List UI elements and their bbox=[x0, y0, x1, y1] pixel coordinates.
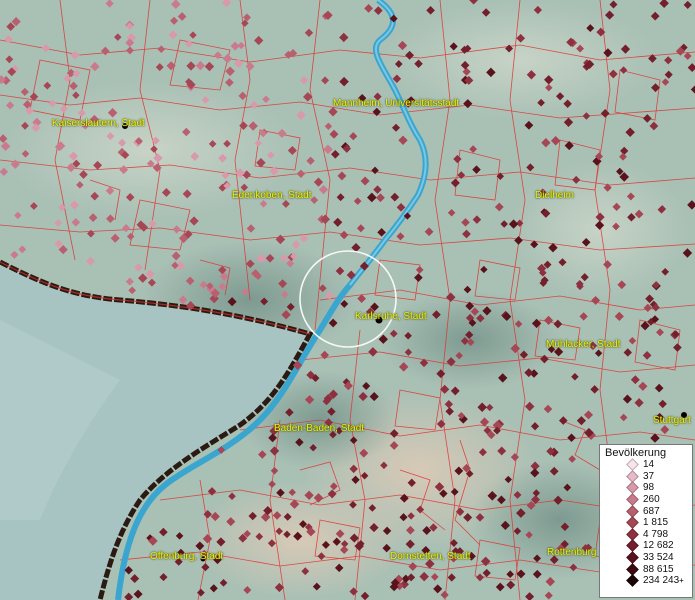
place-label-baden-baden[interactable]: Baden-Baden, Stadt bbox=[274, 423, 364, 434]
place-label-rottenburg[interactable]: Rottenburg bbox=[547, 547, 596, 558]
legend-label: 14 bbox=[643, 459, 655, 471]
legend-entry: 4 798 bbox=[600, 527, 692, 541]
legend-entry: 687 bbox=[600, 504, 692, 518]
legend-plus-suffix: + bbox=[679, 576, 684, 586]
legend-entry: 37 bbox=[600, 470, 692, 483]
legend-entry: 14 bbox=[600, 458, 692, 472]
legend-swatch bbox=[626, 574, 639, 588]
legend-label: 234 243 bbox=[643, 575, 680, 587]
legend-label: 260 bbox=[643, 494, 660, 506]
legend-title: Bevölkerung bbox=[605, 447, 667, 459]
map-canvas[interactable] bbox=[0, 0, 695, 600]
place-label-muehlacker[interactable]: Mühlacker, Stadt bbox=[546, 339, 620, 350]
legend-label: 4 798 bbox=[643, 528, 669, 540]
place-label-edenkoben[interactable]: Edenkoben, Stadt bbox=[232, 190, 312, 201]
legend-label: 98 bbox=[643, 482, 655, 494]
legend-entry: 33 524 bbox=[600, 551, 692, 564]
legend-entry: 98 bbox=[600, 481, 692, 495]
legend-label: 1 815 bbox=[643, 517, 669, 529]
legend-label: 687 bbox=[643, 505, 660, 517]
legend-entry: 260 bbox=[600, 493, 692, 506]
legend-label: 88 615 bbox=[643, 563, 674, 575]
legend-entry: 234 243 + bbox=[600, 574, 692, 588]
place-label-dielheim[interactable]: Dielheim bbox=[535, 190, 574, 201]
place-label-karlsruhe[interactable]: Karlsruhe, Stadt bbox=[355, 311, 427, 322]
legend-label: 12 682 bbox=[643, 540, 674, 552]
legend-entries: 14 37 98 260 687 1 815 4 798 12 682 33 524 88 615… bbox=[600, 458, 692, 588]
place-label-stuttgart[interactable]: Stuttgart bbox=[653, 415, 691, 426]
legend-entry: 1 815 bbox=[600, 516, 692, 530]
place-label-dornstetten[interactable]: Dornstetten, Stadt bbox=[390, 551, 471, 562]
legend-swatch bbox=[626, 493, 639, 506]
legend-swatch bbox=[626, 551, 639, 564]
population-legend: Bevölkerung 14 37 98 260 687 1 815 4 798 12 682… bbox=[599, 444, 693, 598]
place-label-mannheim[interactable]: Mannheim, Universitätsstadt bbox=[333, 98, 459, 109]
legend-label: 33 524 bbox=[643, 552, 674, 564]
legend-entry: 88 615 bbox=[600, 562, 692, 576]
place-label-offenburg[interactable]: Offenburg, Stadt bbox=[150, 551, 223, 562]
place-label-kaiserslautern[interactable]: Kaiserslautern, Stadt bbox=[52, 118, 145, 129]
legend-entry: 12 682 bbox=[600, 539, 692, 553]
legend-label: 37 bbox=[643, 470, 655, 482]
